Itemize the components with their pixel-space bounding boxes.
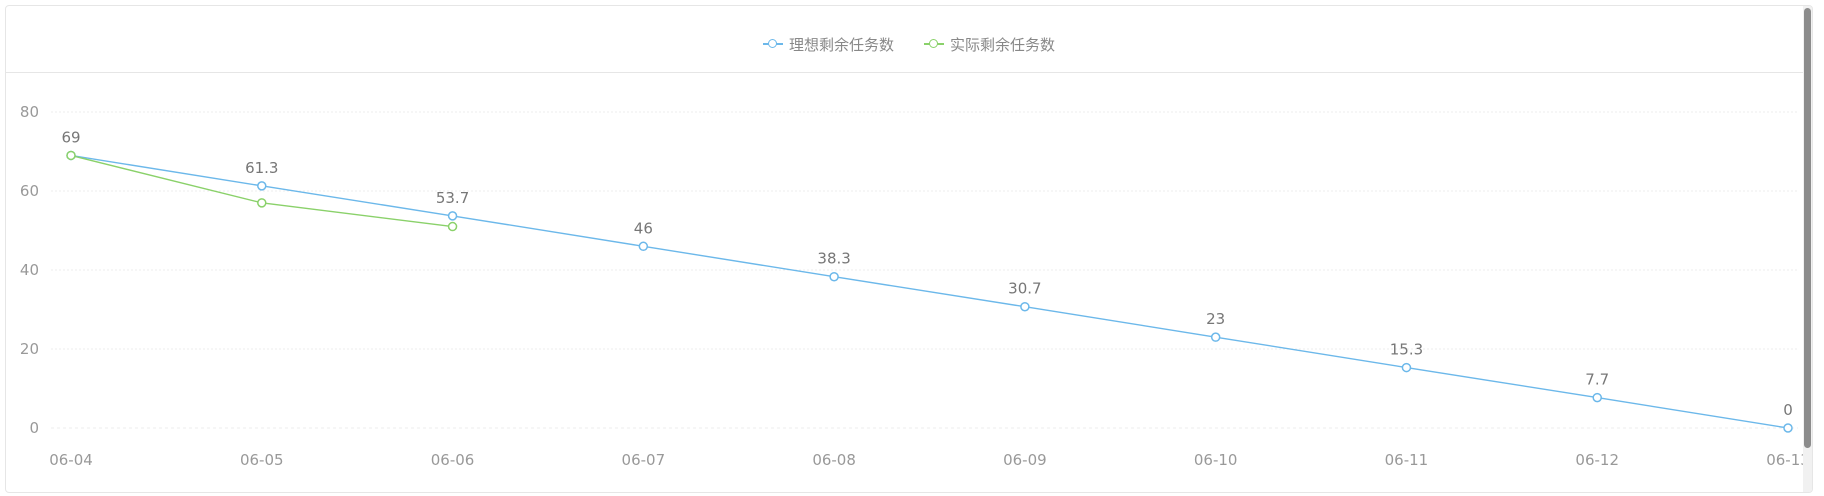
data-point-ideal [638, 241, 649, 252]
data-point-ideal [257, 181, 267, 191]
chart-panel: 理想剩余任务数 实际剩余任务数 0 20 40 60 80 06-04 06-05 06-06… [5, 5, 1813, 493]
x-tick-label: 06-08 [812, 451, 856, 469]
x-tick-label: 06-04 [49, 451, 93, 469]
scrollbar-thumb[interactable] [1804, 8, 1811, 448]
data-point-actual [66, 150, 76, 161]
x-tick-label: 06-10 [1194, 451, 1238, 469]
x-tick-label: 06-11 [1385, 451, 1429, 469]
data-point-ideal [447, 211, 458, 221]
data-label-ideal: 7.7 [1585, 371, 1609, 389]
series-line-ideal [70, 154, 1789, 429]
data-point-ideal [1210, 332, 1221, 342]
data-point-ideal [1020, 301, 1030, 312]
data-point-ideal [1592, 392, 1602, 403]
y-tick-label: 0 [29, 419, 39, 437]
data-label-ideal: 15.3 [1390, 341, 1423, 359]
y-tick-label: 40 [20, 261, 39, 279]
x-tick-label: 06-05 [240, 451, 284, 469]
x-tick-label: 06-12 [1575, 451, 1619, 469]
x-tick-label: 06-07 [622, 451, 666, 469]
data-label-ideal: 53.7 [436, 189, 469, 207]
data-point-ideal [1783, 423, 1793, 433]
data-point-actual [257, 198, 267, 208]
data-label-ideal: 0 [1783, 401, 1793, 419]
data-point-actual [447, 221, 458, 232]
data-point-ideal [1401, 362, 1412, 373]
data-label-ideal: 46 [634, 219, 653, 237]
y-tick-label: 60 [20, 182, 39, 200]
data-label-ideal: 61.3 [245, 159, 278, 177]
data-label-ideal: 69 [61, 128, 80, 146]
data-label-ideal: 30.7 [1008, 280, 1041, 298]
y-tick-label: 80 [20, 103, 39, 121]
vertical-scrollbar[interactable] [1803, 6, 1812, 492]
data-label-ideal: 38.3 [817, 250, 850, 268]
x-tick-label: 06-06 [431, 451, 475, 469]
y-tick-label: 20 [20, 340, 39, 358]
data-point-ideal [829, 271, 839, 282]
data-label-ideal: 23 [1206, 310, 1225, 328]
x-tick-label: 06-09 [1003, 451, 1047, 469]
burndown-line-chart: 0 20 40 60 80 06-04 06-05 06-06 06-07 06-08 06-09 0… [20, 103, 1810, 469]
